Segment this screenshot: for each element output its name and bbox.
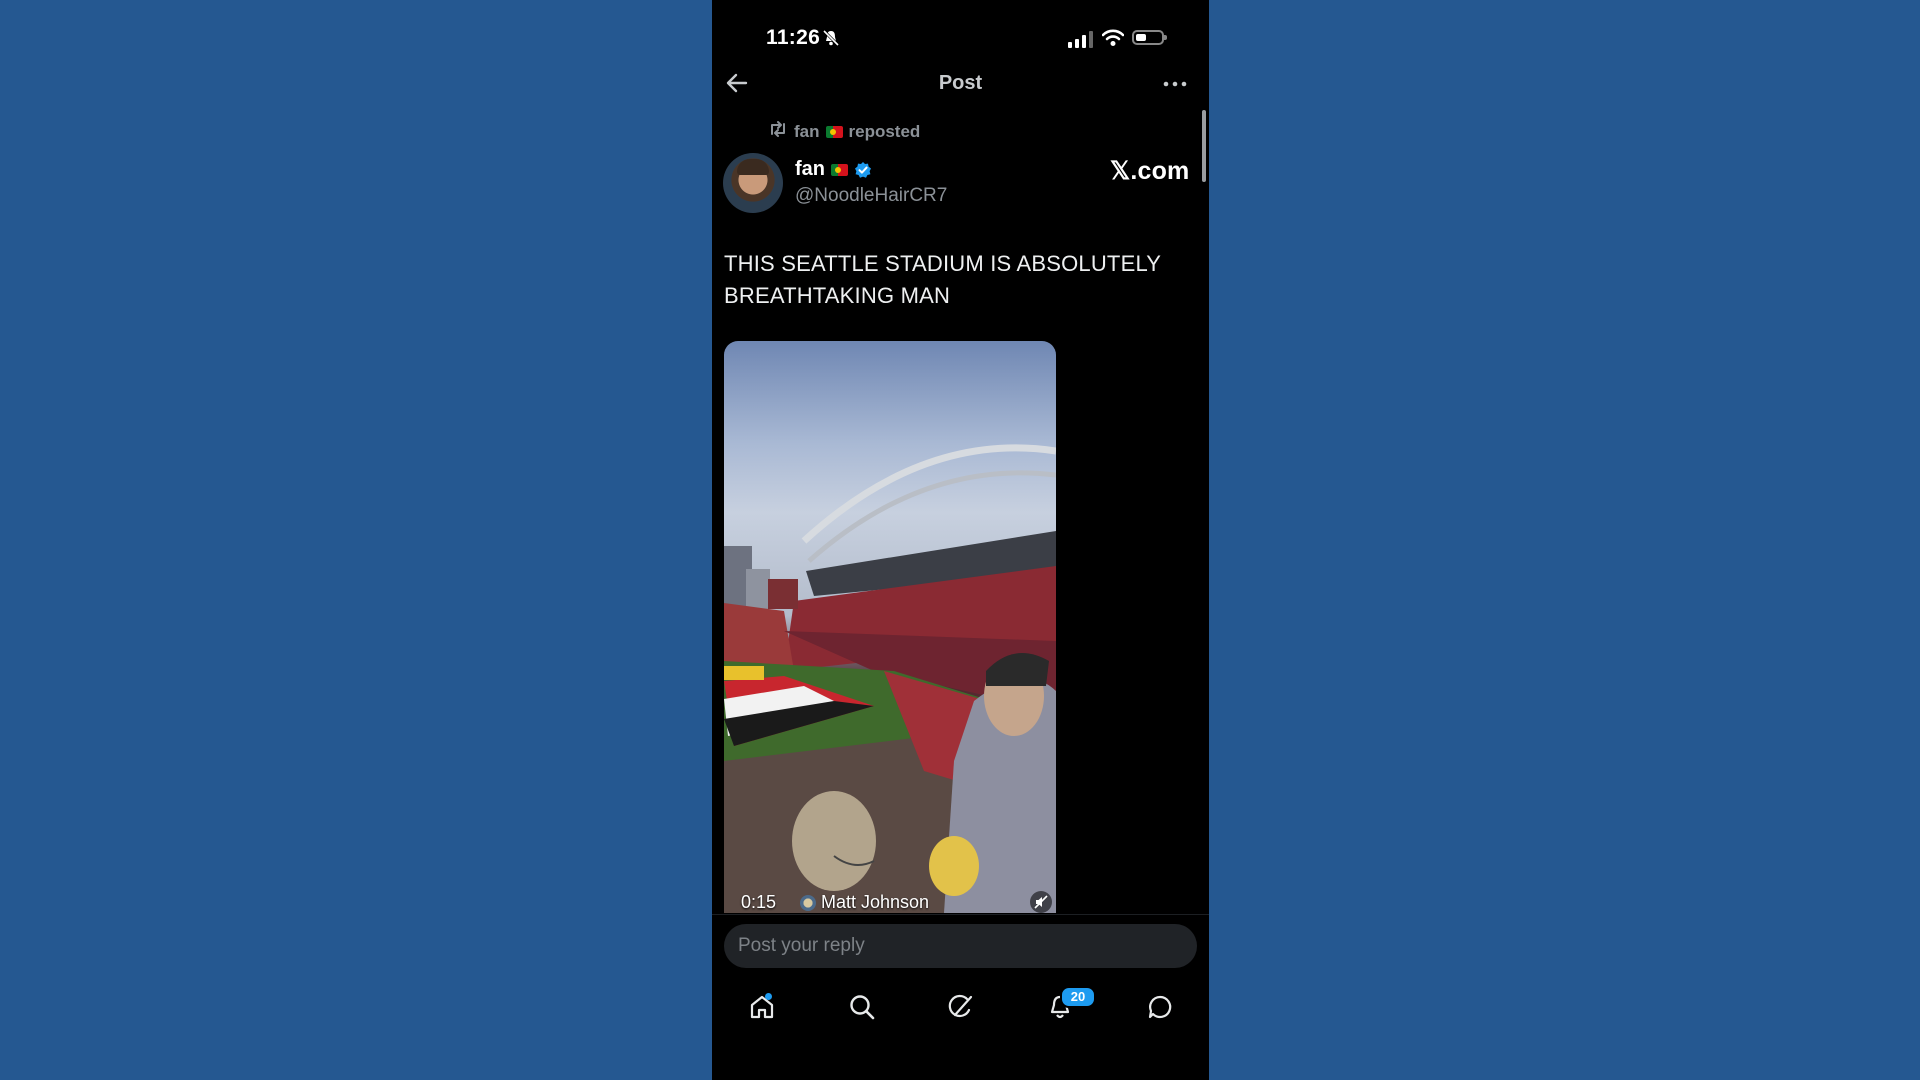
tab-messages[interactable] bbox=[1140, 989, 1180, 1029]
tab-notifications[interactable]: 20 bbox=[1040, 986, 1096, 1029]
post-header: Post bbox=[712, 66, 1209, 102]
author-handle[interactable]: @NoodleHairCR7 bbox=[795, 185, 947, 207]
repost-indicator[interactable]: fan reposted bbox=[768, 120, 920, 143]
repost-icon bbox=[768, 120, 788, 143]
x-watermark: 𝕏.com bbox=[1110, 157, 1190, 185]
signal-icon bbox=[1068, 30, 1093, 48]
tab-home[interactable] bbox=[742, 989, 782, 1029]
phone-screen: 11:26 Post fan reposted fan @NoodleHairC… bbox=[712, 0, 1209, 1080]
post-text: THIS SEATTLE STADIUM IS ABSOLUTELY BREAT… bbox=[724, 251, 1161, 308]
status-bar: 11:26 bbox=[712, 0, 1209, 70]
scrollbar[interactable] bbox=[1202, 110, 1206, 182]
status-time: 11:26 bbox=[766, 26, 821, 49]
bell-off-icon bbox=[822, 29, 840, 52]
stadium-video-frame bbox=[724, 444, 1056, 913]
author-name-row[interactable]: fan bbox=[795, 158, 872, 181]
tab-grok[interactable] bbox=[941, 989, 981, 1029]
portugal-flag-icon bbox=[825, 125, 843, 138]
wifi-icon bbox=[1101, 29, 1125, 52]
messages-icon bbox=[1146, 993, 1174, 1026]
more-icon[interactable] bbox=[1162, 72, 1188, 101]
verified-badge-icon bbox=[854, 161, 872, 179]
divider bbox=[712, 914, 1209, 915]
author-name: fan bbox=[795, 158, 825, 180]
search-icon bbox=[848, 993, 876, 1026]
portugal-flag-icon bbox=[831, 163, 848, 176]
video-duration: 0:15 bbox=[741, 892, 777, 912]
page-title: Post bbox=[938, 72, 983, 94]
video-credit[interactable]: Matt Johnson bbox=[800, 892, 929, 913]
grok-icon bbox=[947, 993, 975, 1026]
muted-speaker-icon[interactable] bbox=[1030, 891, 1052, 913]
notification-badge: 20 bbox=[1060, 986, 1096, 1008]
video-overlay: 0:15 Matt Johnson bbox=[724, 890, 1056, 914]
repost-user: fan bbox=[794, 121, 820, 141]
credit-name: Matt Johnson bbox=[821, 892, 930, 912]
credit-avatar bbox=[800, 894, 816, 911]
repost-label: reposted bbox=[848, 121, 921, 141]
bottom-tab-bar: 20 bbox=[712, 985, 1209, 1031]
battery-icon bbox=[1132, 30, 1167, 45]
tab-search[interactable] bbox=[842, 989, 882, 1029]
reply-input[interactable] bbox=[724, 924, 1197, 968]
avatar[interactable] bbox=[723, 153, 783, 213]
video-player[interactable] bbox=[724, 341, 1056, 913]
home-unread-dot bbox=[765, 993, 772, 1000]
